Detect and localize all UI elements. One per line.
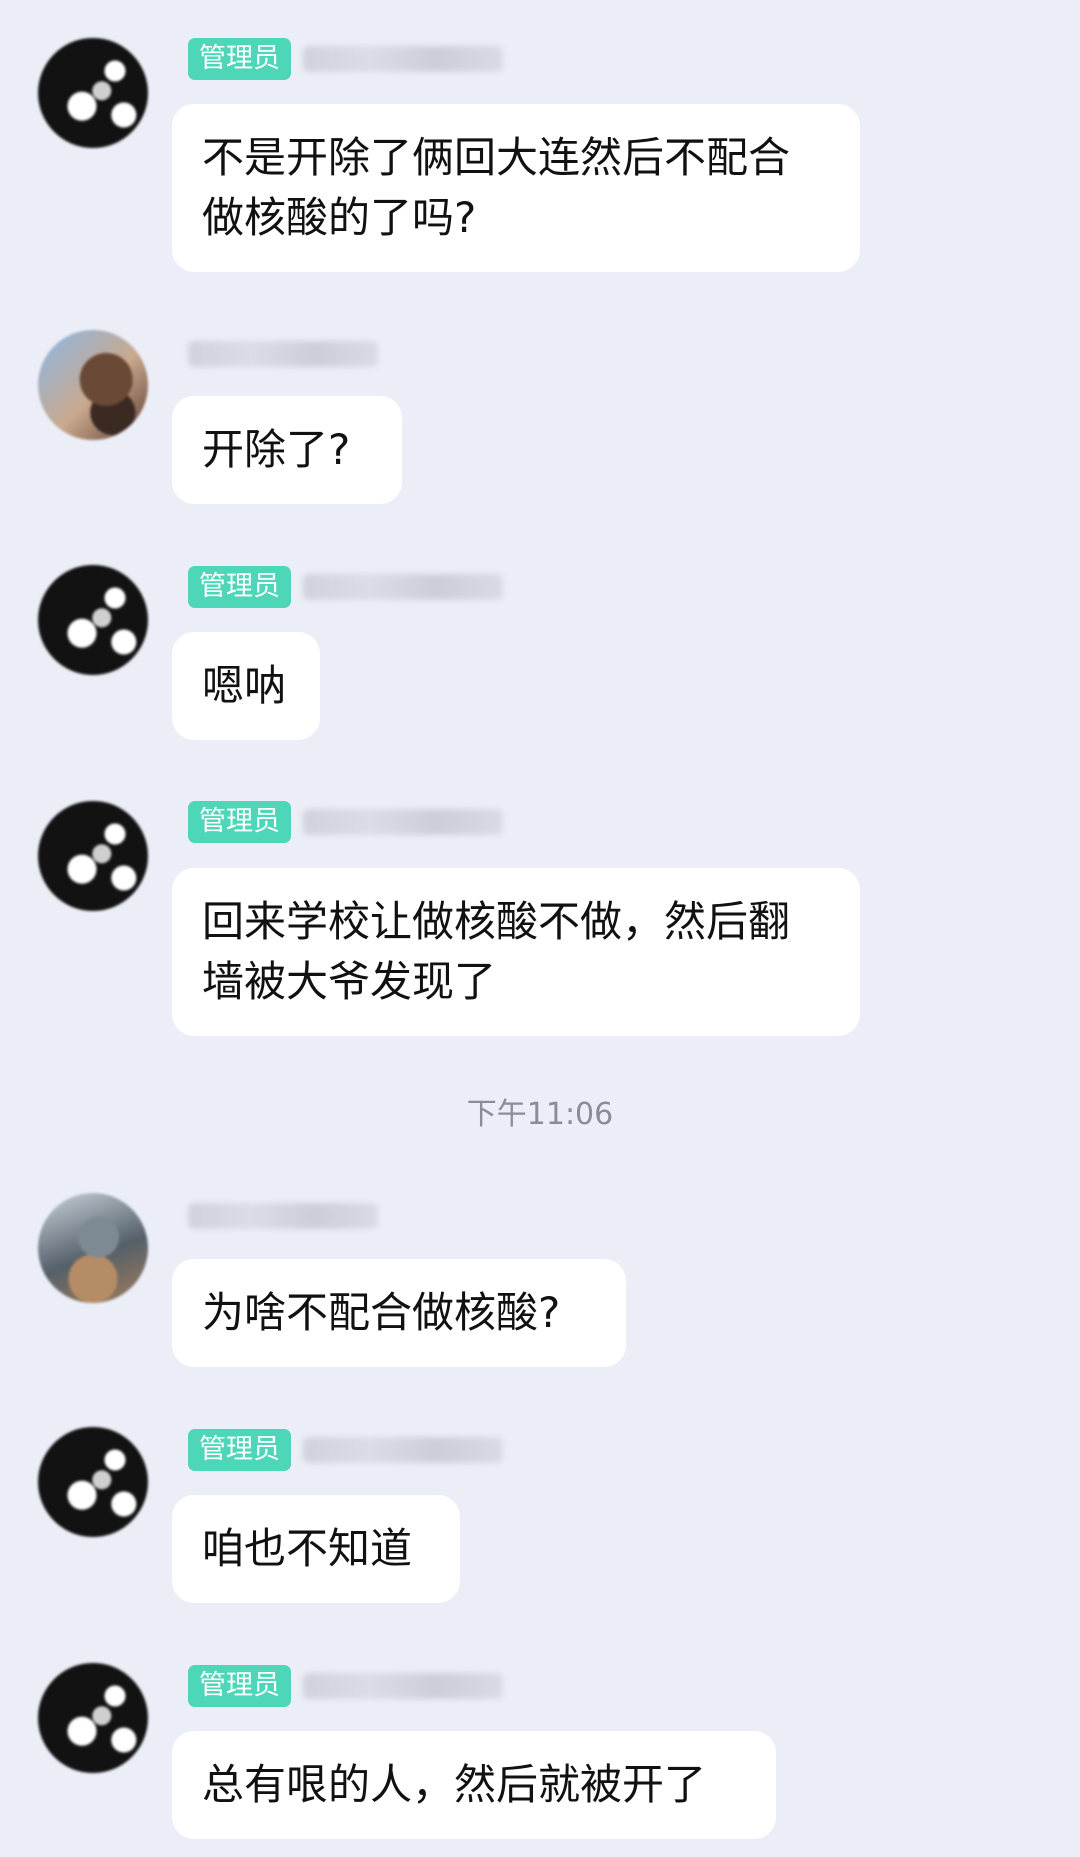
admin-role-badge: 管理员 xyxy=(188,38,291,80)
admin-avatar[interactable] xyxy=(38,38,148,148)
sender-name-row: 管理员 xyxy=(188,38,503,80)
message-bubble[interactable]: 回来学校让做核酸不做，然后翻墙被大爷发现了 xyxy=(172,868,860,1036)
admin-avatar[interactable] xyxy=(38,1663,148,1773)
admin-role-badge: 管理员 xyxy=(188,801,291,843)
sender-name-row: 管理员 xyxy=(188,1665,503,1707)
sender-name-row: 管理员 xyxy=(188,566,503,608)
message-bubble[interactable]: 总有哏的人，然后就被开了 xyxy=(172,1731,776,1839)
chat-message-list: 管理员 不是开除了俩回大连然后不配合做核酸的了吗? 开除了? 管理员 嗯呐 管理… xyxy=(0,0,1080,1857)
sender-name-blurred xyxy=(188,1203,378,1229)
admin-avatar[interactable] xyxy=(38,565,148,675)
admin-avatar[interactable] xyxy=(38,801,148,911)
chat-timestamp: 下午11:06 xyxy=(466,1097,614,1132)
sender-name-blurred xyxy=(303,809,503,835)
admin-role-badge: 管理员 xyxy=(188,1429,291,1471)
admin-avatar[interactable] xyxy=(38,1427,148,1537)
sender-name-blurred xyxy=(303,46,503,72)
sender-name-blurred xyxy=(303,1437,503,1463)
sender-name-blurred xyxy=(303,574,503,600)
message-bubble[interactable]: 为啥不配合做核酸? xyxy=(172,1259,626,1367)
message-bubble[interactable]: 嗯呐 xyxy=(172,632,320,740)
member-avatar[interactable] xyxy=(38,1193,148,1303)
message-bubble[interactable]: 不是开除了俩回大连然后不配合做核酸的了吗? xyxy=(172,104,860,272)
sender-name-blurred xyxy=(188,341,378,367)
admin-role-badge: 管理员 xyxy=(188,1665,291,1707)
sender-name-row: 管理员 xyxy=(188,801,503,843)
sender-name-row xyxy=(188,1195,378,1237)
sender-name-row: 管理员 xyxy=(188,1429,503,1471)
sender-name-blurred xyxy=(303,1673,503,1699)
sender-name-row xyxy=(188,333,378,375)
message-bubble[interactable]: 开除了? xyxy=(172,396,402,504)
member-avatar[interactable] xyxy=(38,330,148,440)
message-bubble[interactable]: 咱也不知道 xyxy=(172,1495,460,1603)
admin-role-badge: 管理员 xyxy=(188,566,291,608)
